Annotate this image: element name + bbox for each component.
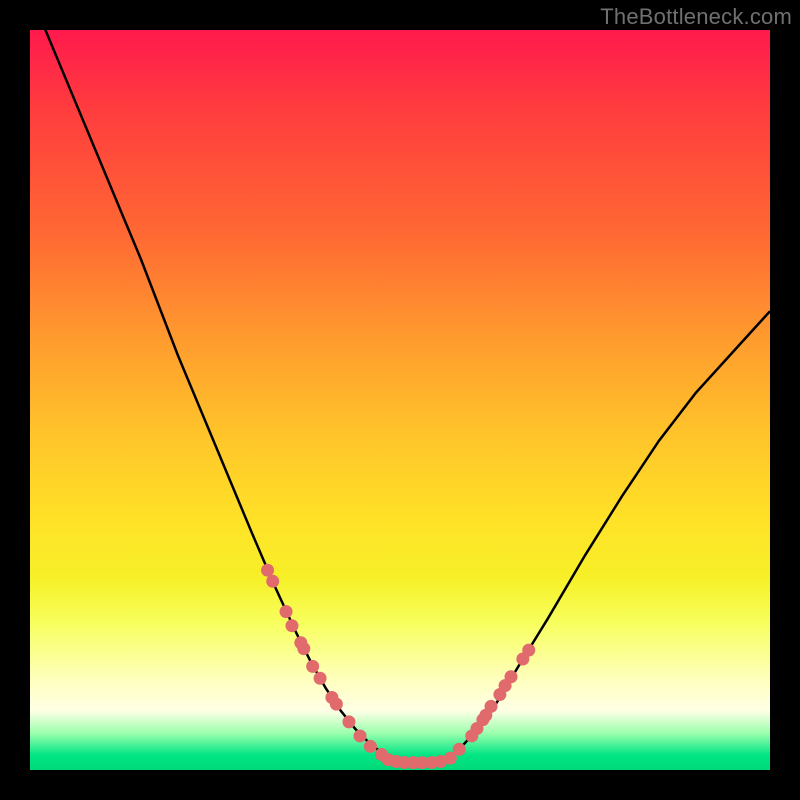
data-point bbox=[505, 670, 518, 683]
chart-plot-area bbox=[30, 30, 770, 770]
data-point bbox=[314, 672, 327, 685]
bottleneck-curve bbox=[30, 30, 770, 763]
data-point bbox=[522, 644, 535, 657]
data-point bbox=[285, 619, 298, 632]
data-point bbox=[485, 700, 498, 713]
data-point bbox=[364, 740, 377, 753]
data-point bbox=[266, 575, 279, 588]
data-point bbox=[453, 743, 466, 756]
data-point bbox=[261, 564, 274, 577]
data-point bbox=[342, 715, 355, 728]
data-point bbox=[280, 605, 293, 618]
chart-svg bbox=[30, 30, 770, 770]
watermark-text: TheBottleneck.com bbox=[600, 4, 792, 30]
data-point bbox=[354, 729, 367, 742]
data-point bbox=[306, 660, 319, 673]
data-point bbox=[330, 698, 343, 711]
data-point bbox=[297, 642, 310, 655]
chart-frame: TheBottleneck.com bbox=[0, 0, 800, 800]
